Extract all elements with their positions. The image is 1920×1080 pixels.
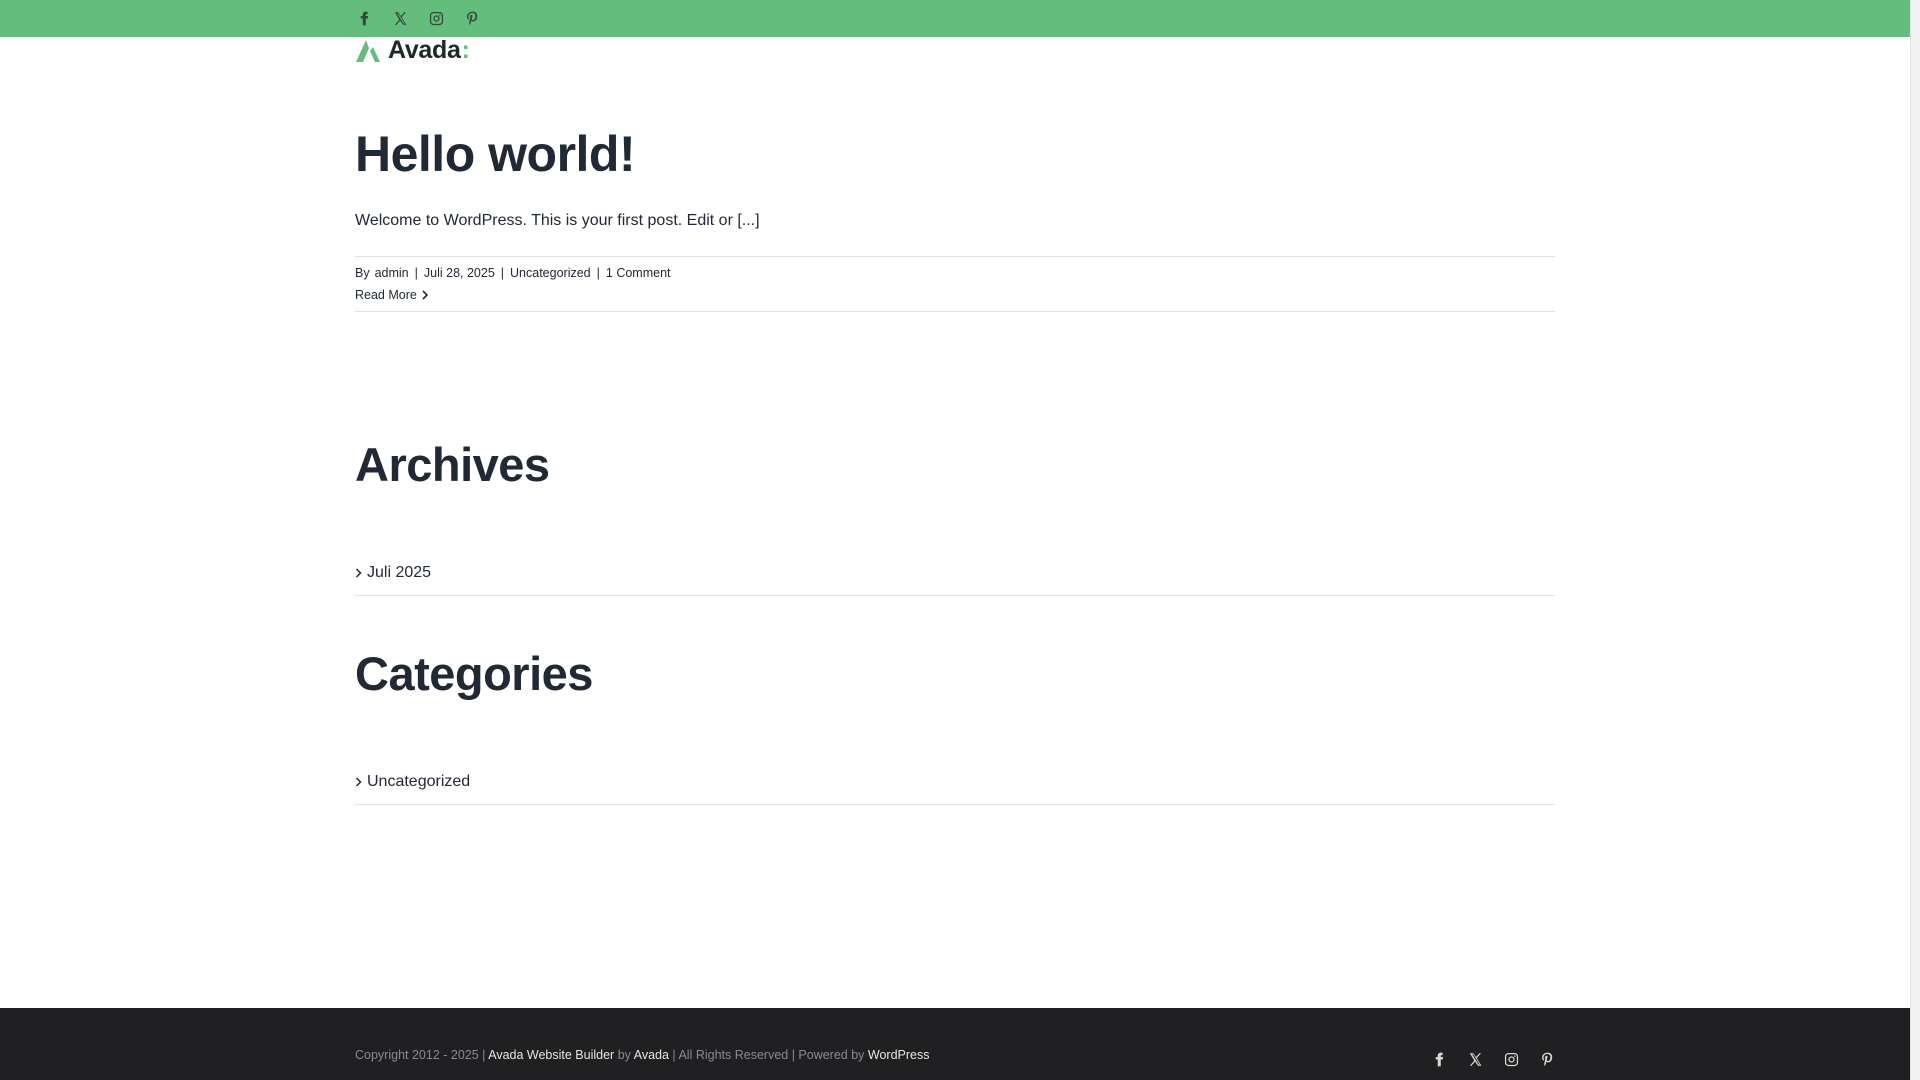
archive-item[interactable]: Juli 2025 xyxy=(355,563,431,583)
chevron-right-icon xyxy=(422,290,428,300)
category-item-label: Uncategorized xyxy=(367,773,471,790)
page-scrollbar[interactable] xyxy=(1910,0,1920,1080)
site-logo[interactable]: Avada : xyxy=(355,37,470,64)
avada-link[interactable]: Avada xyxy=(634,1048,669,1062)
pinterest-icon[interactable] xyxy=(463,9,481,27)
footer-rights: | All Rights Reserved | Powered by xyxy=(672,1048,865,1062)
pinterest-icon[interactable] xyxy=(1538,1050,1556,1068)
read-more-label: Read More xyxy=(355,288,417,302)
footer-copyright: Copyright 2012 - 2025 | Avada Website Bu… xyxy=(355,1047,930,1063)
facebook-icon[interactable] xyxy=(1430,1050,1448,1068)
wordpress-link[interactable]: WordPress xyxy=(868,1048,930,1062)
chevron-right-icon xyxy=(355,777,362,787)
footer-social-links xyxy=(1430,1050,1556,1068)
avada-website-builder-link[interactable]: Avada Website Builder xyxy=(488,1048,614,1062)
archives-title: Archives xyxy=(355,438,550,491)
x-icon[interactable] xyxy=(391,9,409,27)
meta-author-link[interactable]: admin xyxy=(375,265,409,281)
meta-by-label: By xyxy=(355,266,370,280)
avada-logo-icon xyxy=(356,39,380,62)
meta-separator: | xyxy=(500,266,505,280)
x-icon[interactable] xyxy=(1466,1050,1484,1068)
read-more-link[interactable]: Read More xyxy=(355,287,429,303)
categories-list: Uncategorized xyxy=(355,760,1555,805)
instagram-icon[interactable] xyxy=(427,9,445,27)
categories-title: Categories xyxy=(355,647,593,700)
logo-colon: : xyxy=(461,36,470,64)
category-item[interactable]: Uncategorized xyxy=(355,772,470,792)
archives-list: Juli 2025 xyxy=(355,551,1555,596)
chevron-right-icon xyxy=(355,568,362,578)
meta-separator: | xyxy=(414,266,418,280)
post-excerpt: Welcome to WordPress. This is your first… xyxy=(355,212,760,229)
page: Avada : Hello world! Welcome to WordPres… xyxy=(0,0,1910,1080)
footer: Copyright 2012 - 2025 | Avada Website Bu… xyxy=(0,1008,1910,1080)
post-meta: By admin | Juli 28, 2025 | Uncategorized… xyxy=(355,265,671,281)
meta-separator: | xyxy=(596,266,600,280)
logo-text: Avada xyxy=(388,36,461,64)
facebook-icon[interactable] xyxy=(355,9,373,27)
instagram-icon[interactable] xyxy=(1502,1050,1520,1068)
top-social-links xyxy=(355,9,481,27)
copyright-prefix: Copyright 2012 - 2025 | xyxy=(355,1048,486,1062)
post-meta-box: By admin | Juli 28, 2025 | Uncategorized… xyxy=(355,256,1555,312)
post-title[interactable]: Hello world! xyxy=(355,124,636,184)
footer-by: by xyxy=(617,1048,631,1062)
top-bar xyxy=(0,0,1910,37)
archive-item-label: Juli 2025 xyxy=(367,564,432,581)
meta-category-link[interactable]: Uncategorized xyxy=(510,265,591,281)
meta-comments-link[interactable]: 1 Comment xyxy=(606,265,671,281)
meta-date: Juli 28, 2025 xyxy=(423,266,495,280)
